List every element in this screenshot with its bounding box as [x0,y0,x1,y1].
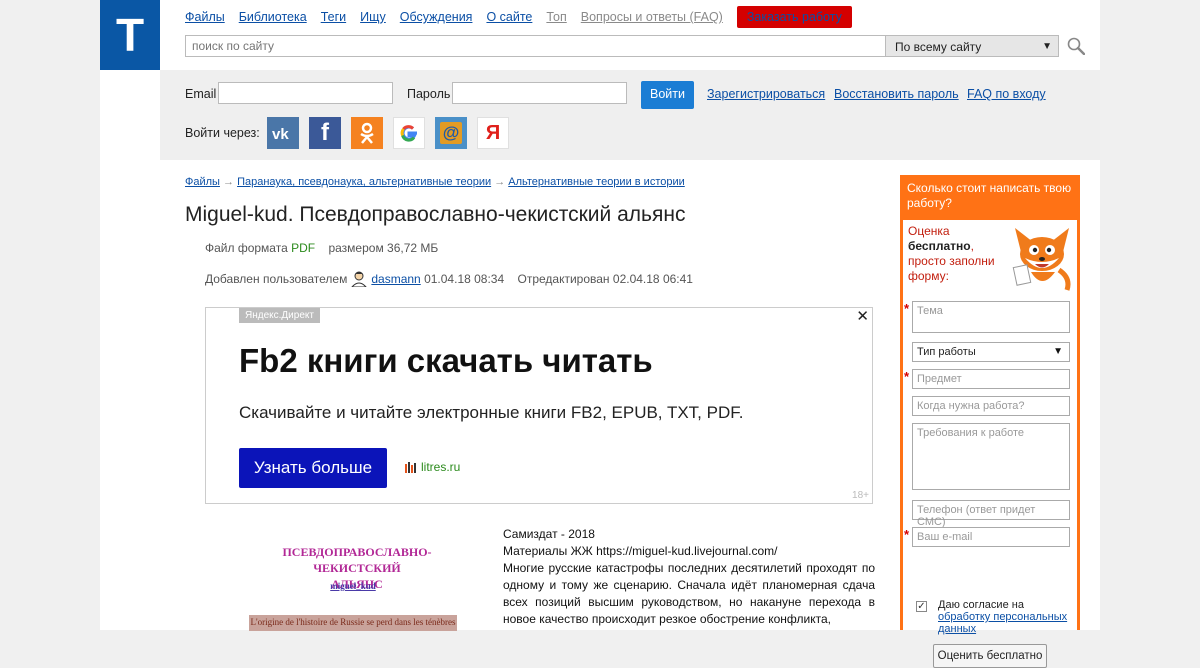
nav-tags[interactable]: Теги [321,10,346,24]
breadcrumb-arrow: → [494,176,506,188]
top-nav: Файлы Библиотека Теги Ищу Обсуждения О с… [185,6,866,28]
format-prefix: Файл формата [205,241,288,255]
phone-field[interactable]: Телефон (ответ придет СМС) [912,500,1070,528]
required-mark: * [904,369,910,384]
ad-learn-more-button[interactable]: Узнать больше [239,448,387,488]
order-form-intro: Оценка бесплатно, просто заполни форму: [908,224,1008,284]
email-label: Email [185,87,217,101]
svg-text:@: @ [443,123,460,142]
ad-headline[interactable]: Fb2 книги скачать читать [239,342,653,380]
login-via-label: Войти через: [185,126,260,140]
desc-body: Многие русские катастрофы последних деся… [503,561,875,626]
required-mark: * [904,301,910,316]
litres-icon [405,462,416,473]
requirements-field[interactable]: Требования к работе [912,423,1070,490]
page-title: Miguel-kud. Псевдоправославно-чекистский… [185,203,686,226]
desc-line1: Самиздат - 2018 [503,527,595,541]
consent-prefix: Даю согласие на [938,599,1024,611]
fox-mascot-icon [1012,228,1071,291]
nav-about[interactable]: О сайте [486,10,532,24]
ad-subline: Скачивайте и читайте электронные книги F… [239,403,744,422]
restore-password-link[interactable]: Восстановить пароль [834,87,959,101]
order-widget: Сколько стоит написать твою работу? Оцен… [900,175,1080,668]
desc-line2: Материалы ЖЖ https://miguel-kud.livejour… [503,544,778,558]
file-description: Самиздат - 2018 Материалы ЖЖ https://mig… [503,526,875,628]
search-scope-value: По всему сайту [895,40,982,54]
ad-banner: Яндекс.Директ ✕ Fb2 книги скачать читать… [205,307,873,504]
evaluate-free-button[interactable]: Оценить бесплатно [933,644,1047,668]
password-field[interactable] [452,82,627,104]
file-format: PDF [291,241,316,255]
added-date: 01.04.18 08:34 [424,272,505,286]
deadline-field[interactable]: Когда нужна работа? [912,396,1070,416]
work-type-select[interactable]: Тип работы ▼ [912,342,1070,362]
nav-discussions[interactable]: Обсуждения [400,10,473,24]
vk-icon[interactable]: vk [267,117,299,149]
search-icon[interactable] [1067,37,1085,55]
login-faq-link[interactable]: FAQ по входу [967,87,1046,101]
cover-title-line1: ПСЕВДОПРАВОСЛАВНО-ЧЕКИСТСКИЙ [282,545,432,575]
nav-faq[interactable]: Вопросы и ответы (FAQ) [581,10,723,24]
nav-top[interactable]: Топ [546,10,566,24]
site-logo[interactable]: T [100,0,160,70]
required-mark: * [904,527,910,542]
close-icon[interactable]: ✕ [856,307,869,325]
logo-letter: T [115,9,145,61]
intro-bold: бесплатно [908,239,971,253]
svg-text:vk: vk [272,126,289,140]
book-cover: ПСЕВДОПРАВОСЛАВНО-ЧЕКИСТСКИЙ АЛЬЯНС migu… [240,528,470,631]
intro-prefix: Оценка [908,224,950,238]
file-meta: Файл формата PDF размером 36,72 МБ [205,241,438,255]
nav-looking[interactable]: Ищу [360,10,386,24]
odnoklassniki-icon[interactable] [351,117,383,149]
work-type-value: Тип работы [917,346,976,358]
user-link[interactable]: dasmann [371,272,420,286]
consent-checkbox[interactable]: ✓ [916,601,927,612]
personal-data-link[interactable]: обработку персональных данных [938,611,1067,635]
mail-ru-icon[interactable]: @ [435,117,467,149]
search-scope-select[interactable]: По всему сайту ▼ [885,35,1059,57]
breadcrumb-paranauka[interactable]: Паранаука, псевдонаука, альтернативные т… [237,176,491,188]
facebook-icon[interactable]: f [309,117,341,149]
user-icon [351,271,368,287]
topic-field[interactable]: Тема [912,301,1070,333]
register-link[interactable]: Зарегистрироваться [707,87,825,101]
email-field[interactable] [218,82,393,104]
breadcrumb-files[interactable]: Файлы [185,176,220,188]
cover-image: L'origine de l'histoire de Russie se per… [249,615,457,631]
breadcrumb: Файлы → Паранаука, псевдонаука, альтерна… [185,176,685,188]
site-search-input[interactable] [185,35,887,57]
order-work-button[interactable]: Заказать работу [736,6,852,28]
edited-date: Отредактирован 02.04.18 06:41 [517,272,693,286]
email-field[interactable]: Ваш e-mail [912,527,1070,547]
file-author-meta: Добавлен пользователем dasmann 01.04.18 … [205,271,693,287]
order-widget-heading: Сколько стоит написать твою работу? [907,181,1072,210]
nav-files[interactable]: Файлы [185,10,225,24]
ad-site[interactable]: litres.ru [405,460,460,474]
nav-library[interactable]: Библиотека [239,10,307,24]
order-form: Оценка бесплатно, просто заполни форму: … [903,220,1077,668]
subject-field[interactable]: Предмет [912,369,1070,389]
added-prefix: Добавлен пользователем [205,272,348,286]
chevron-down-icon: ▼ [1053,346,1063,357]
breadcrumb-arrow: → [223,176,235,188]
file-size: размером 36,72 МБ [328,241,439,255]
ad-tag: Яндекс.Директ [239,308,320,323]
ad-age-badge: 18+ [852,490,869,501]
chevron-down-icon: ▼ [1042,41,1052,52]
login-button[interactable]: Войти [641,81,694,109]
breadcrumb-alt-history[interactable]: Альтернативные теории в истории [508,176,685,188]
cover-author: miguel_kud [330,581,376,591]
ad-site-label: litres.ru [421,460,461,474]
password-label: Пароль [407,87,451,101]
google-icon[interactable] [393,117,425,149]
yandex-icon[interactable]: Я [477,117,509,149]
